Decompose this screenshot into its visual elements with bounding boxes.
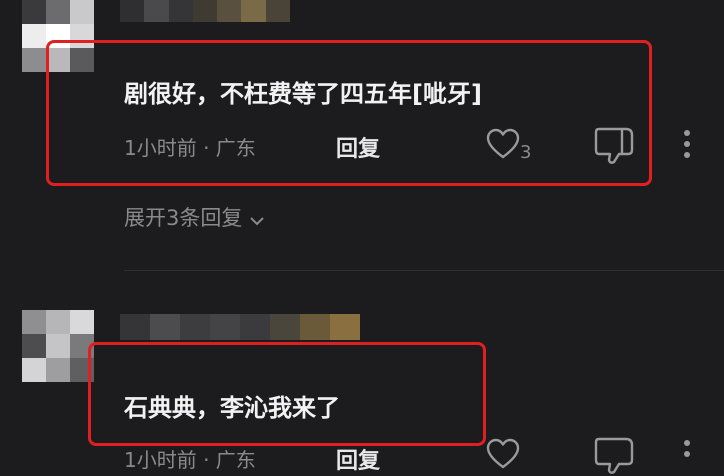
- expand-replies-label: 展开3条回复: [124, 206, 243, 230]
- thumb-down-icon[interactable]: [592, 126, 636, 166]
- chevron-down-icon: [250, 216, 265, 225]
- heart-icon: [486, 128, 520, 159]
- reply-button[interactable]: 回复: [336, 443, 380, 475]
- heart-icon[interactable]: [486, 438, 520, 470]
- like-button[interactable]: 3: [486, 126, 546, 166]
- more-vertical-icon[interactable]: [680, 438, 694, 472]
- highlight-box: [46, 40, 652, 186]
- more-vertical-icon[interactable]: [680, 128, 694, 162]
- reply-button[interactable]: 回复: [336, 131, 380, 163]
- comment-text: 剧很好，不枉费等了四五年[呲牙]: [124, 80, 482, 108]
- comment-divider: [124, 270, 724, 271]
- thumb-down-icon[interactable]: [592, 436, 636, 476]
- avatar[interactable]: [22, 310, 94, 382]
- comment-time-location: 1小时前 · 广东: [124, 136, 256, 160]
- username-blurred: [120, 314, 360, 340]
- comment-time-location: 1小时前 · 广东: [124, 448, 256, 472]
- like-count: 3: [520, 142, 532, 163]
- expand-replies-button[interactable]: 展开3条回复: [124, 202, 265, 230]
- comment-text: 石典典，李沁我来了: [124, 394, 340, 422]
- username-blurred: [120, 0, 290, 22]
